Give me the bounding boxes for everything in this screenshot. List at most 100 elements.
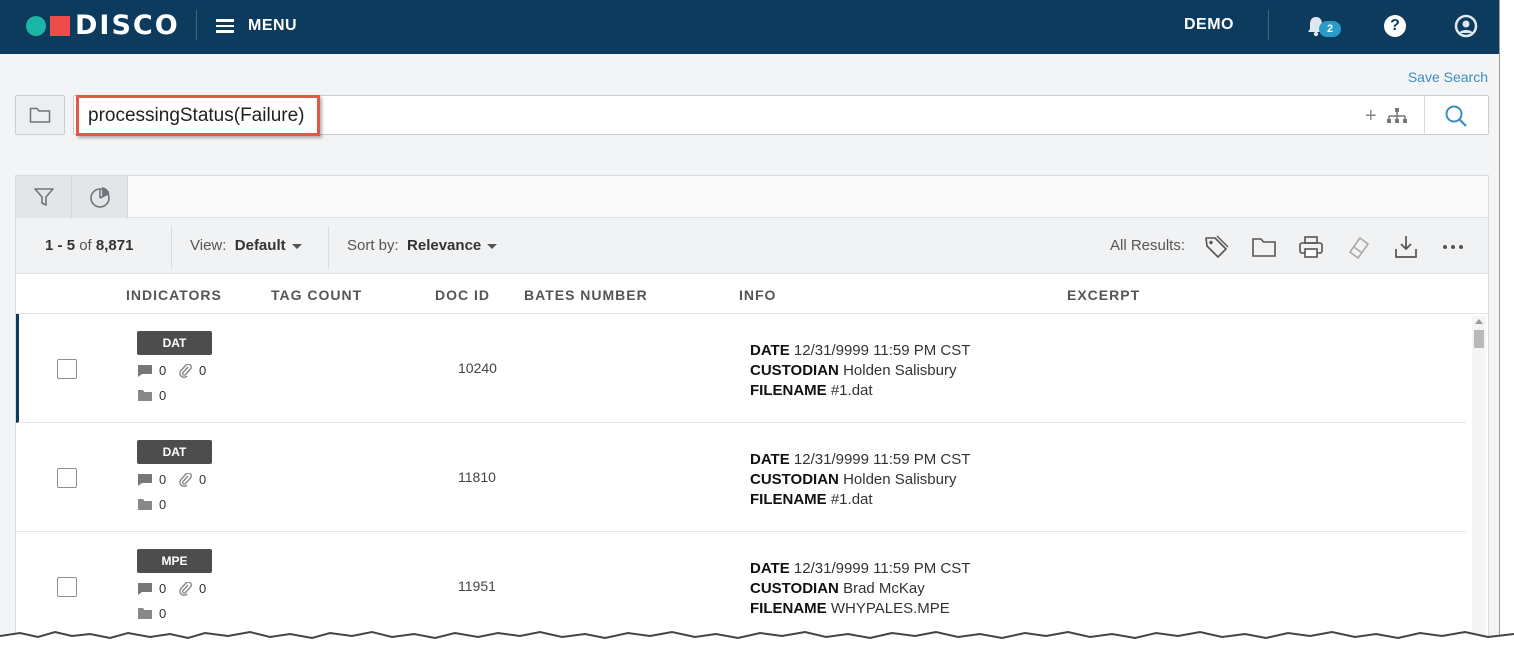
info-date: DATE 12/31/9999 11:59 PM CST	[750, 560, 971, 577]
column-header-doc-id[interactable]: DOC ID	[435, 287, 490, 303]
all-results-label: All Results:	[1110, 237, 1186, 254]
file-type-badge: DAT	[137, 331, 212, 355]
table-row[interactable]: DAT 0 0 0 11810 DATE 12/31/9999 11:59 PM…	[16, 423, 1466, 532]
folder-icon	[138, 608, 152, 619]
column-header-info[interactable]: INFO	[739, 287, 776, 303]
disco-logo[interactable]: DISCO	[26, 12, 180, 40]
paperclip-icon	[179, 363, 192, 378]
pie-chart-icon	[89, 187, 110, 208]
attachment-count: 0	[179, 363, 206, 378]
result-range: 1 - 5 of 8,871	[45, 237, 134, 254]
menu-button[interactable]: MENU	[216, 14, 297, 38]
tab-filters[interactable]	[16, 176, 72, 218]
folder-count: 0	[137, 606, 166, 621]
view-selector[interactable]: View: Default	[190, 237, 302, 254]
filter-icon	[33, 188, 54, 206]
logo-dot	[26, 16, 46, 36]
tag-icon[interactable]	[1203, 234, 1229, 260]
user-avatar-icon	[1454, 14, 1478, 38]
more-icon[interactable]	[1440, 234, 1466, 260]
results-column-headers: INDICATORS TAG COUNT DOC ID BATES NUMBER…	[16, 274, 1488, 314]
menu-label: MENU	[248, 17, 298, 34]
nav-divider	[1268, 10, 1269, 40]
attachment-count: 0	[179, 581, 206, 596]
torn-edge-decoration	[0, 630, 1514, 656]
table-row[interactable]: MPE 0 0 0 11951 DATE 12/31/9999 11:59 PM…	[16, 532, 1466, 641]
print-icon[interactable]	[1298, 234, 1324, 260]
comment-icon	[138, 582, 152, 595]
folder-icon	[138, 390, 152, 401]
comment-icon	[138, 364, 152, 377]
results-toolbar: 1 - 5 of 8,871 View: Default Sort by: Re…	[16, 218, 1488, 274]
info-filename: FILENAME #1.dat	[750, 491, 873, 508]
add-search-term-button[interactable]: +	[1365, 105, 1377, 128]
scrollbar-thumb[interactable]	[1474, 330, 1484, 348]
search-divider	[1424, 96, 1425, 134]
column-header-excerpt[interactable]: EXCERPT	[1067, 287, 1140, 303]
folder-count: 0	[137, 497, 166, 512]
info-filename: FILENAME #1.dat	[750, 382, 873, 399]
info-date: DATE 12/31/9999 11:59 PM CST	[750, 342, 971, 359]
app-window: DISCO MENU DEMO 2 ? Save Search processi…	[0, 0, 1500, 645]
chevron-down-icon	[487, 243, 498, 249]
user-menu[interactable]	[1454, 14, 1478, 38]
paperclip-icon	[179, 472, 192, 487]
file-type-badge: MPE	[137, 549, 212, 573]
file-type-badge: DAT	[137, 440, 212, 464]
search-icon[interactable]	[1444, 104, 1468, 128]
results-scrollbar[interactable]	[1472, 316, 1486, 645]
row-checkbox[interactable]	[57, 359, 77, 379]
sort-selector[interactable]: Sort by: Relevance	[347, 237, 498, 254]
notifications-button[interactable]: 2	[1306, 14, 1342, 40]
folder-icon	[138, 499, 152, 510]
toolbar-divider	[171, 226, 172, 268]
doc-info: DATE 12/31/9999 11:59 PM CST CUSTODIAN H…	[750, 450, 970, 510]
panel-tabs	[16, 176, 1488, 218]
search-bar: processingStatus(Failure) +	[73, 95, 1489, 136]
doc-id[interactable]: 11810	[458, 469, 496, 485]
search-query-input[interactable]: processingStatus(Failure)	[88, 105, 304, 127]
scroll-up-arrow-icon[interactable]	[1475, 319, 1483, 324]
top-nav-bar: DISCO MENU DEMO 2 ?	[0, 0, 1499, 54]
comment-count: 0	[137, 363, 166, 378]
column-header-indicators[interactable]: INDICATORS	[126, 287, 222, 303]
redact-icon[interactable]	[1346, 234, 1372, 260]
folder-count: 0	[137, 388, 166, 403]
hamburger-icon	[216, 19, 234, 33]
column-header-tag-count[interactable]: TAG COUNT	[271, 287, 362, 303]
tab-charts[interactable]	[72, 176, 128, 218]
info-custodian: CUSTODIAN Holden Salisbury	[750, 362, 957, 379]
logo-square	[50, 16, 70, 36]
notification-count-badge: 2	[1319, 21, 1341, 37]
attachment-count: 0	[179, 472, 206, 487]
row-checkbox[interactable]	[57, 468, 77, 488]
info-filename: FILENAME WHYPALES.MPE	[750, 600, 950, 617]
comment-count: 0	[137, 472, 166, 487]
doc-info: DATE 12/31/9999 11:59 PM CST CUSTODIAN H…	[750, 341, 970, 401]
save-search-link[interactable]: Save Search	[1408, 69, 1488, 85]
nav-divider	[196, 10, 197, 40]
comment-icon	[138, 473, 152, 486]
info-custodian: CUSTODIAN Holden Salisbury	[750, 471, 957, 488]
download-icon[interactable]	[1393, 234, 1419, 260]
comment-count: 0	[137, 581, 166, 596]
workspace-name[interactable]: DEMO	[1184, 16, 1234, 34]
table-row[interactable]: DAT 0 0 0 10240 DATE 12/31/9999 11:59 PM…	[16, 314, 1466, 423]
folder-icon[interactable]	[1251, 234, 1277, 260]
info-custodian: CUSTODIAN Brad McKay	[750, 580, 925, 597]
browse-folders-button[interactable]	[15, 95, 65, 135]
doc-id[interactable]: 11951	[458, 578, 496, 594]
folder-icon	[29, 107, 51, 123]
toolbar-divider	[328, 226, 329, 268]
info-date: DATE 12/31/9999 11:59 PM CST	[750, 451, 971, 468]
search-builder-icon[interactable]	[1386, 107, 1408, 125]
doc-id[interactable]: 10240	[458, 360, 497, 376]
paperclip-icon	[179, 581, 192, 596]
doc-info: DATE 12/31/9999 11:59 PM CST CUSTODIAN B…	[750, 559, 970, 619]
logo-text: DISCO	[75, 10, 180, 41]
row-checkbox[interactable]	[57, 577, 77, 597]
column-header-bates-number[interactable]: BATES NUMBER	[524, 287, 648, 303]
help-icon[interactable]: ?	[1384, 15, 1406, 37]
chevron-down-icon	[291, 243, 302, 249]
results-panel: 1 - 5 of 8,871 View: Default Sort by: Re…	[15, 175, 1489, 645]
